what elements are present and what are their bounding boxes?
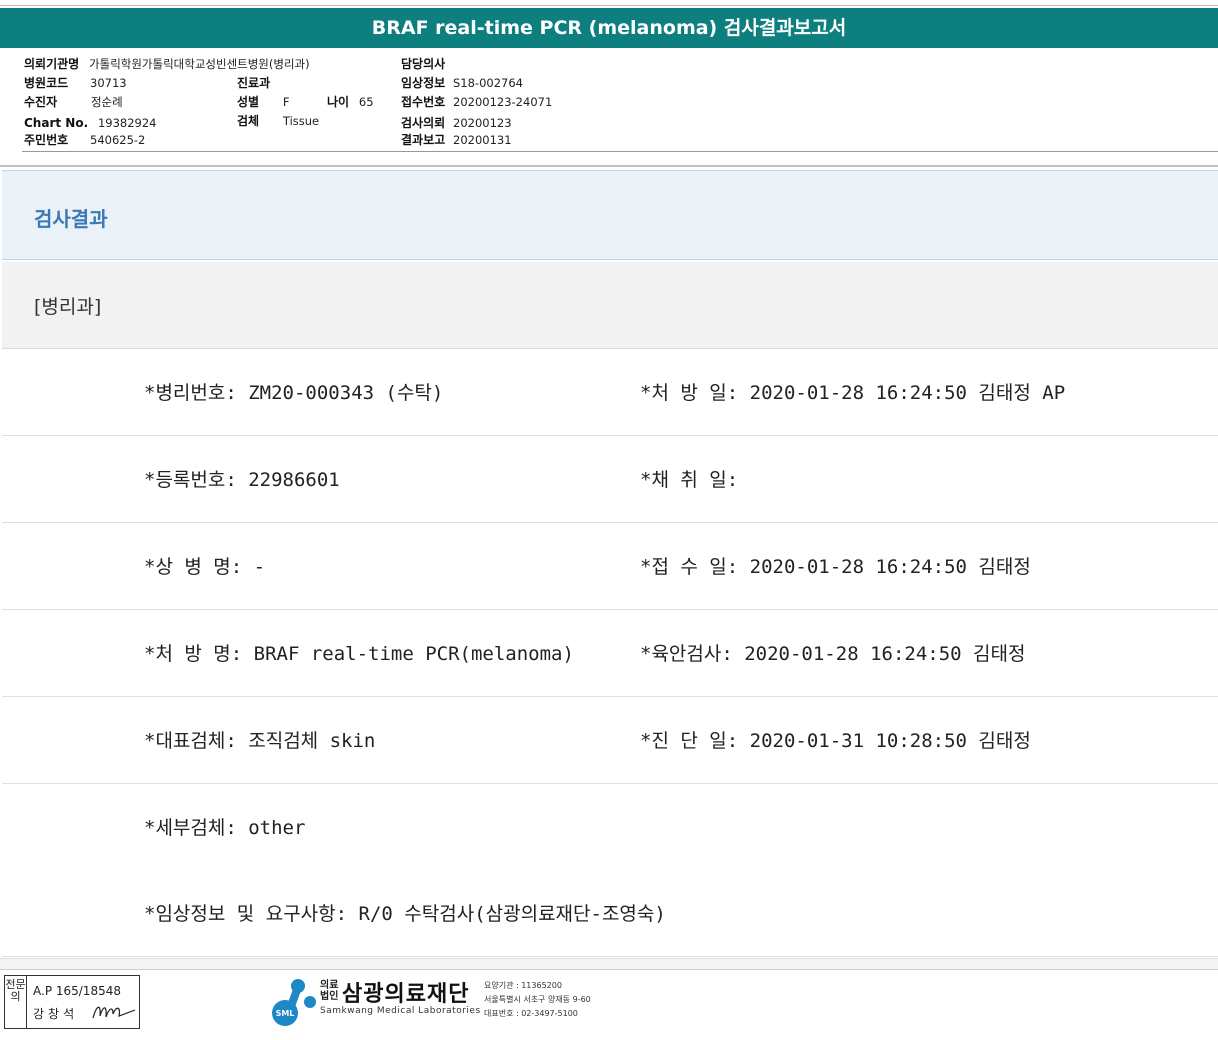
rrn-label: 주민번호 (24, 133, 69, 147)
logo-english: Samkwang Medical Laboratories (320, 1006, 481, 1016)
age-field: 나이 65 (327, 93, 374, 111)
request-label: 검사의뢰 (401, 116, 446, 130)
chart-no-value: 19382924 (97, 116, 157, 130)
result-row: *처 방 명: BRAF real-time PCR(melanoma) *육안… (2, 610, 1218, 697)
age-value: 65 (358, 95, 374, 109)
logo-badge-text: SML (276, 1009, 295, 1018)
top-border (0, 0, 1218, 6)
doctor-field: 담당의사 (401, 55, 445, 73)
dept-tag: [병리과] (34, 296, 102, 318)
diagnosis-name: *상 병 명: - (144, 556, 266, 578)
stamp-ap-number: A.P 165/18548 (33, 984, 121, 998)
clinical-field: 임상정보 S18-002764 (401, 74, 523, 92)
dept-tag-row: [병리과] (2, 262, 1218, 349)
sex-value: F (282, 95, 290, 109)
result-row: *대표검체: 조직검체 skin *진 단 일: 2020-01-31 10:2… (2, 697, 1218, 784)
logo-contact: 요양기관 : 11365200 서울특별시 서초구 양재동 9-60 대표번호 … (484, 979, 591, 1021)
request-value: 20200123 (453, 116, 512, 130)
collection-date: *채 취 일: (640, 469, 739, 491)
patient-field: 수진자 정순례 (24, 93, 123, 111)
patient-label: 수진자 (24, 95, 58, 109)
hospital-code-value: 30713 (90, 76, 127, 90)
report-date-value: 20200131 (453, 133, 512, 147)
result-row: *세부검체: other (2, 784, 1218, 871)
logo-prefix: 의료 법인 (320, 980, 339, 1002)
sex-label: 성별 (237, 95, 260, 109)
header-divider (22, 151, 1218, 152)
receipt-label: 접수번호 (401, 95, 446, 109)
logo-address: 서울특별시 서초구 양재동 9-60 (484, 995, 591, 1004)
signature-icon (92, 1006, 136, 1019)
institution-value: 가톨릭학원가톨릭대학교성빈센트병원(병리과) (89, 57, 310, 71)
logo-name: 삼광의료재단 (342, 982, 470, 1007)
stamp-side-label: 전문의 (5, 976, 27, 1028)
specimen-value: Tissue (282, 114, 320, 128)
report-date-label: 결과보고 (401, 133, 446, 147)
gross-exam-date: *육안검사: 2020-01-28 16:24:50 김태정 (640, 643, 1026, 665)
receipt-value: 20200123-24071 (453, 95, 553, 109)
report-title: BRAF real-time PCR (melanoma) 검사결과보고서 (0, 8, 1218, 48)
logo-phone: 대표번호 : 02-3497-5100 (484, 1009, 578, 1018)
dept-label: 진료과 (237, 76, 271, 90)
logo-code: 요양기관 : 11365200 (484, 981, 562, 990)
result-row: *등록번호: 22986601 *채 취 일: (2, 436, 1218, 523)
doctor-label: 담당의사 (401, 57, 446, 71)
header-info: 의뢰기관명 가톨릭학원가톨릭대학교성빈센트병원(병리과) 병원코드 30713 … (0, 52, 1218, 167)
specimen-label: 검체 (237, 114, 260, 128)
clinical-value: S18-002764 (453, 76, 523, 90)
hospital-code-label: 병원코드 (24, 76, 69, 90)
header-bottom-divider (0, 165, 1218, 167)
dept-field: 진료과 (237, 74, 270, 92)
institution-label: 의뢰기관명 (24, 57, 80, 71)
section-title: 검사결과 (34, 207, 108, 231)
hospital-code-field: 병원코드 30713 (24, 74, 127, 92)
prescription-date: *처 방 일: 2020-01-28 16:24:50 김태정 AP (640, 382, 1066, 404)
receipt-field: 접수번호 20200123-24071 (401, 93, 552, 111)
sex-field: 성별 F (237, 93, 290, 111)
footer-divider (0, 958, 1218, 970)
age-label: 나이 (327, 95, 350, 109)
clinical-request: *임상정보 및 요구사항: R/0 수탁검사(삼광의료재단-조영숙) (144, 903, 666, 925)
result-section-header: 검사결과 (2, 170, 1218, 260)
chart-no-field: Chart No. 19382924 (24, 114, 157, 132)
rrn-value: 540625-2 (90, 133, 146, 147)
detail-specimen: *세부검체: other (144, 817, 306, 839)
clinical-label: 임상정보 (401, 76, 446, 90)
request-field: 검사의뢰 20200123 (401, 114, 512, 132)
rrn-field: 주민번호 540625-2 (24, 131, 145, 149)
result-row: *상 병 명: - *접 수 일: 2020-01-28 16:24:50 김태… (2, 523, 1218, 610)
patient-value: 정순례 (90, 95, 123, 109)
prescription-name: *처 방 명: BRAF real-time PCR(melanoma) (144, 643, 574, 665)
result-row: *임상정보 및 요구사항: R/0 수탁검사(삼광의료재단-조영숙) (2, 870, 1218, 957)
sml-logo: SML 의료 법인 삼광의료재단 Samkwang Medical Laborat… (268, 976, 608, 1028)
registration-number: *등록번호: 22986601 (144, 469, 340, 491)
pathology-number: *병리번호: ZM20-000343 (수탁) (144, 382, 444, 404)
representative-specimen: *대표검체: 조직검체 skin (144, 730, 376, 752)
stamp-name: 강창석 (33, 1007, 79, 1021)
chart-no-label: Chart No. (24, 116, 89, 130)
diagnosis-date: *진 단 일: 2020-01-31 10:28:50 김태정 (640, 730, 1031, 752)
institution-field: 의뢰기관명 가톨릭학원가톨릭대학교성빈센트병원(병리과) (24, 55, 310, 73)
specialist-stamp: 전문의 A.P 165/18548 강창석 (4, 975, 140, 1029)
result-row: *병리번호: ZM20-000343 (수탁) *처 방 일: 2020-01-… (2, 349, 1218, 436)
report-date-field: 결과보고 20200131 (401, 131, 512, 149)
sml-logo-icon: SML (272, 979, 316, 1026)
receipt-date: *접 수 일: 2020-01-28 16:24:50 김태정 (640, 556, 1031, 578)
specimen-field: 검체 Tissue (237, 112, 319, 130)
